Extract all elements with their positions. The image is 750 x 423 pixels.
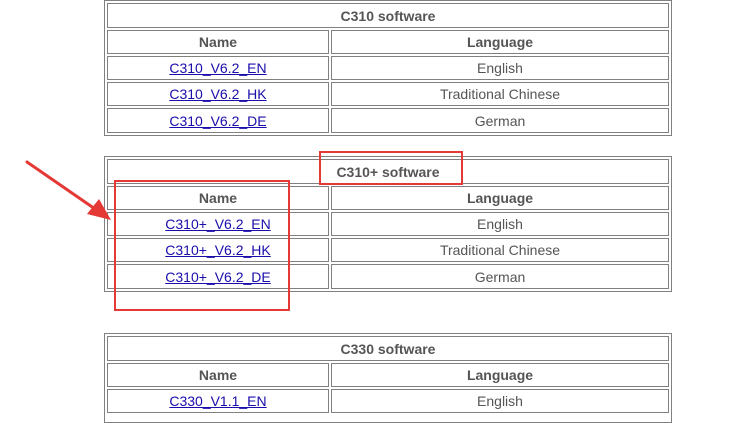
table-row-name-cell: C310+_V6.2_HK bbox=[107, 238, 329, 262]
download-link-c310-hk[interactable]: C310_V6.2_HK bbox=[169, 86, 266, 102]
c310-software-table: C310 software Name Language C310_V6.2_EN… bbox=[104, 0, 672, 136]
table-row-language-cell: Traditional Chinese bbox=[331, 238, 669, 262]
table-row-name-cell: C310_V6.2_EN bbox=[107, 56, 329, 80]
table-title: C310+ software bbox=[107, 159, 669, 184]
column-header-language: Language bbox=[331, 363, 669, 387]
column-header-name: Name bbox=[107, 186, 329, 210]
c310-plus-software-table: C310+ software Name Language C310+_V6.2_… bbox=[104, 156, 672, 292]
table-title: C330 software bbox=[107, 336, 669, 361]
column-header-name: Name bbox=[107, 30, 329, 54]
table-row-name-cell: C310+_V6.2_EN bbox=[107, 212, 329, 236]
table-row-language-cell: German bbox=[331, 108, 669, 133]
table-row-name-cell: C310_V6.2_DE bbox=[107, 108, 329, 133]
table-row-language-cell: English bbox=[331, 56, 669, 80]
table-row-language-cell: German bbox=[331, 264, 669, 289]
table-row-name-cell: C310+_V6.2_DE bbox=[107, 264, 329, 289]
c330-software-table: C330 software Name Language C330_V1.1_EN… bbox=[104, 333, 672, 423]
table-row-name-cell: C310_V6.2_HK bbox=[107, 82, 329, 106]
download-link-c310-en[interactable]: C310_V6.2_EN bbox=[169, 60, 266, 76]
download-link-c310-plus-de[interactable]: C310+_V6.2_DE bbox=[165, 269, 270, 285]
table-row-language-cell: English bbox=[331, 389, 669, 413]
table-row-language-cell: English bbox=[331, 212, 669, 236]
column-header-language: Language bbox=[331, 186, 669, 210]
column-header-language: Language bbox=[331, 30, 669, 54]
table-row-language-cell: Traditional Chinese bbox=[331, 82, 669, 106]
download-link-c310-plus-en[interactable]: C310+_V6.2_EN bbox=[165, 216, 270, 232]
download-link-c330-en[interactable]: C330_V1.1_EN bbox=[169, 393, 266, 409]
download-link-c310-plus-hk[interactable]: C310+_V6.2_HK bbox=[165, 242, 270, 258]
table-title: C310 software bbox=[107, 3, 669, 28]
table-row-name-cell: C330_V1.1_EN bbox=[107, 389, 329, 413]
column-header-name: Name bbox=[107, 363, 329, 387]
download-link-c310-de[interactable]: C310_V6.2_DE bbox=[169, 113, 266, 129]
